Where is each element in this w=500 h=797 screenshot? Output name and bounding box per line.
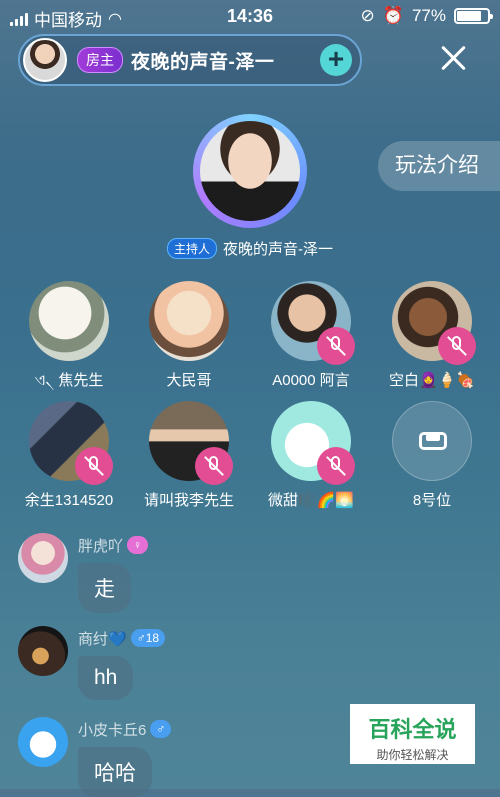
- chat-username[interactable]: 小皮卡丘6 ♂: [78, 719, 172, 740]
- follow-button[interactable]: +: [320, 44, 352, 76]
- status-bar: 中国移动 ◠ 14:36 ⊘ ⏰ 77%: [0, 0, 500, 34]
- seat-name: 大民哥: [166, 372, 212, 389]
- chat-avatar[interactable]: [18, 717, 68, 767]
- seat-avatar[interactable]: [271, 401, 355, 485]
- seat-avatar[interactable]: [271, 281, 355, 365]
- chat-avatar[interactable]: [18, 626, 68, 676]
- chat-username[interactable]: 胖虎吖 ♀: [78, 535, 149, 556]
- host-name: 夜晚的声音-泽一: [223, 241, 333, 258]
- plus-icon: +: [327, 43, 345, 74]
- seat-name: 请叫我李先生: [143, 492, 234, 509]
- seat-5[interactable]: 余生1314520: [9, 401, 129, 510]
- gender-female-tag: ♀: [127, 536, 149, 554]
- host-info: 主持人 夜晚的声音-泽一: [0, 238, 500, 259]
- seat-2[interactable]: 大民哥: [129, 281, 249, 390]
- gender-male-tag: ♂: [150, 720, 172, 738]
- seat-name: 8号位: [412, 492, 452, 509]
- mic-muted-icon: [195, 447, 233, 485]
- watermark-logo: 百科全说 助你轻松解决: [350, 704, 475, 764]
- chat-bubble: hh: [78, 656, 134, 700]
- rotation-lock-icon: ⊘: [360, 6, 375, 25]
- room-title: 夜晚的声音-泽一: [131, 51, 275, 73]
- mic-muted-icon: [438, 327, 476, 365]
- owner-badge: 房主: [77, 47, 123, 73]
- seat-avatar[interactable]: [392, 281, 476, 365]
- host-badge: 主持人: [166, 238, 217, 259]
- sofa-icon: [419, 432, 447, 450]
- room-info-pill[interactable]: 房主 夜晚的声音-泽一 +: [18, 34, 362, 86]
- alarm-icon: ⏰: [382, 6, 404, 25]
- watermark-title: 百科全说: [368, 717, 457, 742]
- mic-muted-icon: [317, 327, 355, 365]
- mic-muted-icon: [75, 447, 113, 485]
- battery-icon: [454, 8, 493, 24]
- chat-bubble: 走: [78, 563, 131, 613]
- seat-avatar[interactable]: [29, 401, 113, 485]
- battery-percent: 77%: [411, 6, 446, 25]
- host-avatar[interactable]: [200, 121, 300, 221]
- owner-avatar[interactable]: [23, 38, 67, 82]
- seat-4[interactable]: 空白🧕🍦🍖: [372, 281, 492, 390]
- empty-seat[interactable]: [392, 401, 472, 481]
- chat-username[interactable]: 商纣💙 ♂18: [78, 628, 166, 649]
- mic-muted-icon: [317, 447, 355, 485]
- seat-avatar[interactable]: [149, 281, 229, 361]
- close-icon[interactable]: [436, 40, 472, 76]
- seat-name: 余生1314520: [24, 492, 114, 509]
- seat-avatar[interactable]: [29, 281, 109, 361]
- chat-bubble: 哈哈: [78, 747, 152, 797]
- seat-3[interactable]: A0000 阿言: [251, 281, 371, 390]
- seat-7[interactable]: 微甜🎼🌈🌅: [251, 401, 371, 510]
- gender-male-tag: ♂18: [130, 629, 166, 647]
- seat-8[interactable]: 8号位: [372, 401, 492, 510]
- seat-6[interactable]: 请叫我李先生: [129, 401, 249, 510]
- chat-avatar[interactable]: [18, 533, 68, 583]
- seat-1[interactable]: ଏ৲ 焦先生: [9, 281, 129, 394]
- watermark-subtitle: 助你轻松解决: [376, 748, 449, 762]
- seat-name: 空白🧕🍦🍖: [388, 372, 476, 389]
- seat-avatar[interactable]: [149, 401, 233, 485]
- seat-name: A0000 阿言: [272, 372, 350, 389]
- seat-name: 微甜🎼🌈🌅: [267, 492, 355, 509]
- seat-name: ଏ৲ 焦先生: [34, 372, 104, 389]
- rules-button[interactable]: 玩法介绍: [378, 141, 500, 191]
